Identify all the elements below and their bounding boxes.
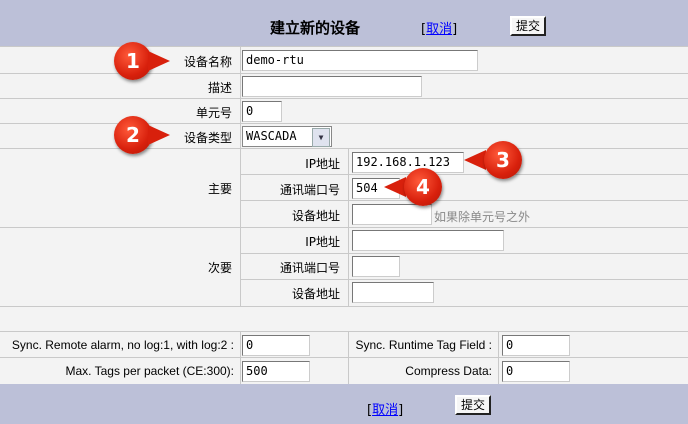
primary-ip-label: IP地址 bbox=[305, 157, 340, 171]
column-divider bbox=[348, 331, 349, 384]
row-divider bbox=[0, 306, 688, 307]
row-divider bbox=[0, 98, 688, 99]
row-divider bbox=[0, 46, 688, 47]
primary-address-input[interactable] bbox=[352, 204, 432, 225]
secondary-port-label: 通讯端口号 bbox=[279, 261, 340, 275]
device-type-select[interactable]: WASCADA ▼ bbox=[242, 126, 332, 147]
cancel-link[interactable]: 取消 bbox=[426, 22, 452, 37]
max-tags-label: Max. Tags per packet (CE:300): bbox=[65, 364, 234, 378]
max-tags-input[interactable]: 500 bbox=[242, 361, 310, 382]
secondary-ip-input[interactable] bbox=[352, 230, 504, 251]
secondary-group-label: 次要 bbox=[207, 261, 232, 275]
callout-badge: 3 bbox=[484, 141, 522, 179]
address-hint: 如果除单元号之外 bbox=[434, 210, 531, 224]
device-type-value: WASCADA bbox=[246, 129, 297, 143]
callout-arrow bbox=[464, 150, 486, 170]
header-cancel[interactable]: [取消] bbox=[421, 18, 457, 37]
footer-cancel[interactable]: [取消] bbox=[367, 399, 403, 418]
description-label: 描述 bbox=[207, 81, 232, 95]
device-name-input[interactable]: demo-rtu bbox=[242, 50, 478, 71]
callout-badge: 1 bbox=[114, 42, 152, 80]
primary-port-label: 通讯端口号 bbox=[279, 183, 340, 197]
secondary-port-input[interactable] bbox=[352, 256, 400, 277]
callout-badge: 2 bbox=[114, 116, 152, 154]
row-divider bbox=[0, 148, 688, 149]
page-title: 建立新的设备 bbox=[270, 19, 361, 37]
primary-group-label: 主要 bbox=[207, 182, 232, 196]
callout-arrow bbox=[148, 125, 170, 145]
sync-remote-alarm-label: Sync. Remote alarm, no log:1, with log:2… bbox=[11, 338, 234, 352]
footer-cancel-link[interactable]: 取消 bbox=[372, 403, 398, 418]
secondary-address-label: 设备地址 bbox=[291, 287, 340, 301]
primary-address-label: 设备地址 bbox=[291, 209, 340, 223]
chevron-down-icon[interactable]: ▼ bbox=[312, 128, 330, 147]
compress-data-label: Compress Data: bbox=[405, 364, 492, 378]
column-divider bbox=[498, 331, 499, 384]
column-divider bbox=[240, 331, 241, 384]
row-divider bbox=[241, 279, 688, 280]
secondary-ip-label: IP地址 bbox=[305, 235, 340, 249]
row-divider bbox=[0, 357, 688, 358]
row-divider bbox=[241, 174, 688, 175]
sync-runtime-tag-label: Sync. Runtime Tag Field : bbox=[355, 338, 492, 352]
sync-runtime-tag-input[interactable]: 0 bbox=[502, 335, 570, 356]
form-footer bbox=[0, 384, 688, 424]
submit-button[interactable]: 提交 bbox=[510, 16, 547, 36]
column-divider bbox=[240, 46, 241, 306]
row-divider bbox=[241, 200, 688, 201]
callout-arrow bbox=[384, 177, 406, 197]
row-divider bbox=[0, 227, 688, 228]
column-divider bbox=[348, 148, 349, 306]
compress-data-input[interactable]: 0 bbox=[502, 361, 570, 382]
callout-arrow bbox=[148, 51, 170, 71]
callout-badge: 4 bbox=[404, 168, 442, 206]
row-divider bbox=[241, 253, 688, 254]
row-divider bbox=[0, 331, 688, 332]
row-divider bbox=[0, 73, 688, 74]
footer-submit-button[interactable]: 提交 bbox=[455, 395, 492, 415]
primary-ip-input[interactable]: 192.168.1.123 bbox=[352, 152, 464, 173]
row-divider bbox=[0, 123, 688, 124]
secondary-address-input[interactable] bbox=[352, 282, 434, 303]
description-input[interactable] bbox=[242, 76, 422, 97]
sync-remote-alarm-input[interactable]: 0 bbox=[242, 335, 310, 356]
unit-number-input[interactable]: 0 bbox=[242, 101, 282, 122]
